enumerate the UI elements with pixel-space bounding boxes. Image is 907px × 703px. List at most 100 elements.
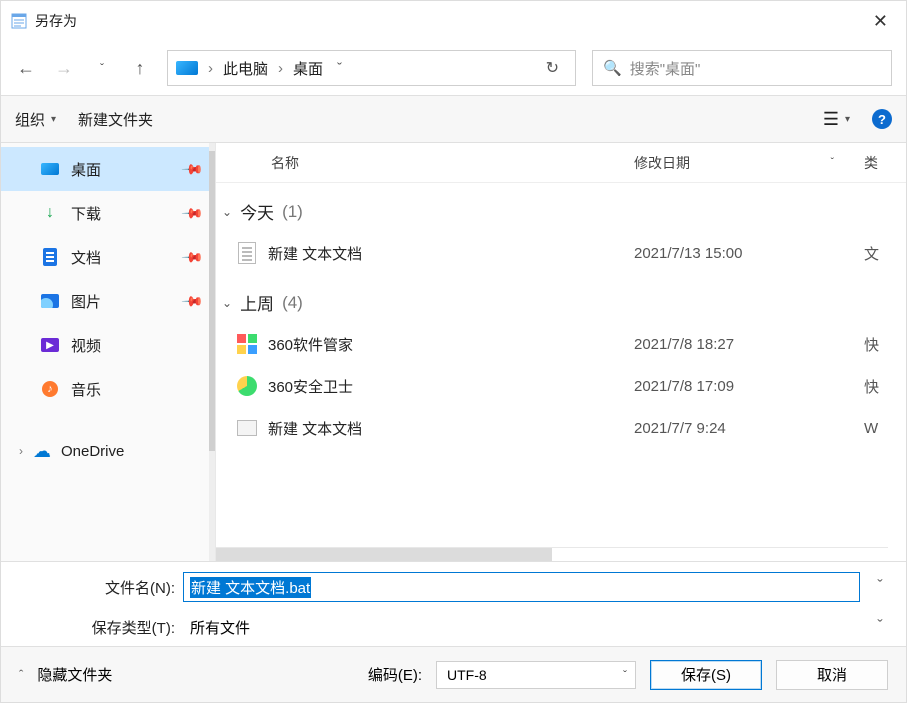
- file-name: 360软件管家: [268, 334, 634, 355]
- filetype-dropdown[interactable]: ˇ: [868, 618, 892, 636]
- file-row[interactable]: 360软件管家2021/7/8 18:27快: [216, 323, 906, 365]
- file-date: 2021/7/8 17:09: [634, 378, 864, 395]
- pictures-icon: [41, 294, 59, 308]
- caret-down-icon: ˇ: [623, 668, 627, 682]
- help-button[interactable]: ?: [872, 109, 892, 129]
- chevron-right-icon[interactable]: ›: [204, 60, 217, 77]
- group-header[interactable]: ⌄上周 (4): [216, 286, 906, 323]
- video-icon: ▶: [41, 338, 59, 352]
- chevron-down-icon: ⌄: [222, 205, 232, 219]
- breadcrumb-dropdown[interactable]: ˇ: [329, 60, 350, 77]
- sidebar-item-pictures[interactable]: 图片 📌: [1, 279, 215, 323]
- filename-label: 文件名(N):: [15, 577, 175, 598]
- nav-back-button[interactable]: ←: [15, 58, 37, 79]
- pin-icon: 📌: [180, 157, 204, 181]
- sidebar-item-music[interactable]: ♪ 音乐: [1, 367, 215, 411]
- organize-button[interactable]: 组织 ▾: [15, 109, 56, 130]
- breadcrumb-root[interactable]: 此电脑: [223, 58, 268, 79]
- address-row: ← → ˇ ↑ › 此电脑 › 桌面 ˇ ↻ 🔍 搜索"桌面": [1, 41, 906, 95]
- app-icon: [237, 334, 257, 354]
- window-title: 另存为: [35, 11, 77, 31]
- cloud-icon: ☁: [33, 441, 51, 462]
- close-button[interactable]: ✕: [865, 5, 896, 38]
- horizontal-scrollbar[interactable]: [216, 547, 888, 561]
- documents-icon: [43, 248, 57, 266]
- nav-recent-dropdown[interactable]: ˇ: [91, 61, 113, 75]
- column-date-header[interactable]: 修改日期 ˇ: [634, 153, 864, 173]
- save-form: 文件名(N): 新建 文本文档.bat ˇ 保存类型(T): 所有文件 ˇ: [1, 561, 906, 646]
- file-name: 新建 文本文档: [268, 418, 634, 439]
- file-name: 新建 文本文档: [268, 243, 634, 264]
- pin-icon: 📌: [180, 201, 204, 225]
- group-header[interactable]: ⌄今天 (1): [216, 195, 906, 232]
- filetype-value: 所有文件: [190, 617, 250, 638]
- breadcrumb-leaf[interactable]: 桌面: [293, 58, 323, 79]
- sidebar-scrollbar[interactable]: [209, 143, 215, 561]
- view-options-button[interactable]: ☰ ▾: [823, 109, 850, 130]
- caret-up-icon[interactable]: ˆ: [19, 667, 23, 682]
- caret-down-icon: ▾: [51, 114, 56, 125]
- filename-dropdown[interactable]: ˇ: [868, 578, 892, 596]
- new-folder-button[interactable]: 新建文件夹: [78, 109, 153, 130]
- file-type: 快: [864, 376, 906, 397]
- hide-folders-button[interactable]: 隐藏文件夹: [37, 664, 112, 685]
- filetype-select[interactable]: 所有文件: [183, 612, 860, 642]
- sidebar-item-videos[interactable]: ▶ 视频: [1, 323, 215, 367]
- toolbar: 组织 ▾ 新建文件夹 ☰ ▾ ?: [1, 95, 906, 143]
- text-file-icon: [238, 242, 256, 264]
- list-view-icon: ☰: [823, 109, 839, 130]
- search-icon: 🔍: [603, 59, 622, 77]
- file-row[interactable]: 360安全卫士2021/7/8 17:09快: [216, 365, 906, 407]
- footer: ˆ 隐藏文件夹 编码(E): UTF-8 ˇ 保存(S) 取消: [1, 646, 906, 702]
- search-placeholder: 搜索"桌面": [630, 58, 701, 79]
- sort-caret-icon: ˇ: [831, 157, 834, 168]
- file-row[interactable]: 新建 文本文档2021/7/13 15:00文: [216, 232, 906, 274]
- file-row[interactable]: 新建 文本文档2021/7/7 9:24W: [216, 407, 906, 449]
- app-icon: [237, 376, 257, 396]
- encoding-select[interactable]: UTF-8 ˇ: [436, 661, 636, 689]
- column-name-header[interactable]: 名称: [216, 153, 634, 173]
- save-as-dialog: 另存为 ✕ ← → ˇ ↑ › 此电脑 › 桌面 ˇ ↻ 🔍 搜索"桌面" 组织…: [0, 0, 907, 703]
- file-date: 2021/7/8 18:27: [634, 336, 864, 353]
- column-type-header[interactable]: 类: [864, 153, 906, 173]
- file-name: 360安全卫士: [268, 376, 634, 397]
- file-type: 快: [864, 334, 906, 355]
- sidebar-item-documents[interactable]: 文档 📌: [1, 235, 215, 279]
- file-icon: [237, 420, 257, 436]
- chevron-right-icon: ›: [19, 444, 23, 458]
- file-type: W: [864, 420, 906, 437]
- download-icon: ↓: [41, 204, 59, 222]
- sidebar-item-downloads[interactable]: ↓ 下载 📌: [1, 191, 215, 235]
- music-icon: ♪: [42, 381, 58, 397]
- breadcrumb[interactable]: › 此电脑 › 桌面 ˇ ↻: [167, 50, 576, 86]
- filename-input[interactable]: 新建 文本文档.bat: [183, 572, 860, 602]
- nav-up-button[interactable]: ↑: [129, 58, 151, 79]
- nav-forward-button[interactable]: →: [53, 58, 75, 79]
- search-input[interactable]: 🔍 搜索"桌面": [592, 50, 892, 86]
- encoding-label: 编码(E):: [368, 664, 422, 685]
- save-button[interactable]: 保存(S): [650, 660, 762, 690]
- filetype-label: 保存类型(T):: [15, 617, 175, 638]
- filename-value: 新建 文本文档.bat: [190, 577, 311, 598]
- chevron-right-icon[interactable]: ›: [274, 60, 287, 77]
- caret-down-icon: ▾: [845, 114, 850, 125]
- encoding-value: UTF-8: [447, 667, 487, 683]
- sidebar: 桌面 📌 ↓ 下载 📌 文档 📌 图片 📌 ▶ 视频: [1, 143, 216, 561]
- this-pc-icon: [176, 61, 198, 75]
- file-date: 2021/7/7 9:24: [634, 420, 864, 437]
- file-date: 2021/7/13 15:00: [634, 245, 864, 262]
- titlebar: 另存为 ✕: [1, 1, 906, 41]
- file-type: 文: [864, 243, 906, 264]
- column-headers: 名称 修改日期 ˇ 类: [216, 143, 906, 183]
- sidebar-item-onedrive[interactable]: › ☁ OneDrive: [1, 429, 215, 473]
- chevron-down-icon: ⌄: [222, 296, 232, 310]
- pin-icon: 📌: [180, 289, 204, 313]
- pin-icon: 📌: [180, 245, 204, 269]
- main-area: 桌面 📌 ↓ 下载 📌 文档 📌 图片 📌 ▶ 视频: [1, 143, 906, 561]
- cancel-button[interactable]: 取消: [776, 660, 888, 690]
- desktop-icon: [41, 163, 59, 175]
- app-icon: [11, 13, 27, 29]
- file-list: 名称 修改日期 ˇ 类 ⌄今天 (1)新建 文本文档2021/7/13 15:0…: [216, 143, 906, 561]
- sidebar-item-desktop[interactable]: 桌面 📌: [1, 147, 215, 191]
- refresh-button[interactable]: ↻: [538, 58, 567, 78]
